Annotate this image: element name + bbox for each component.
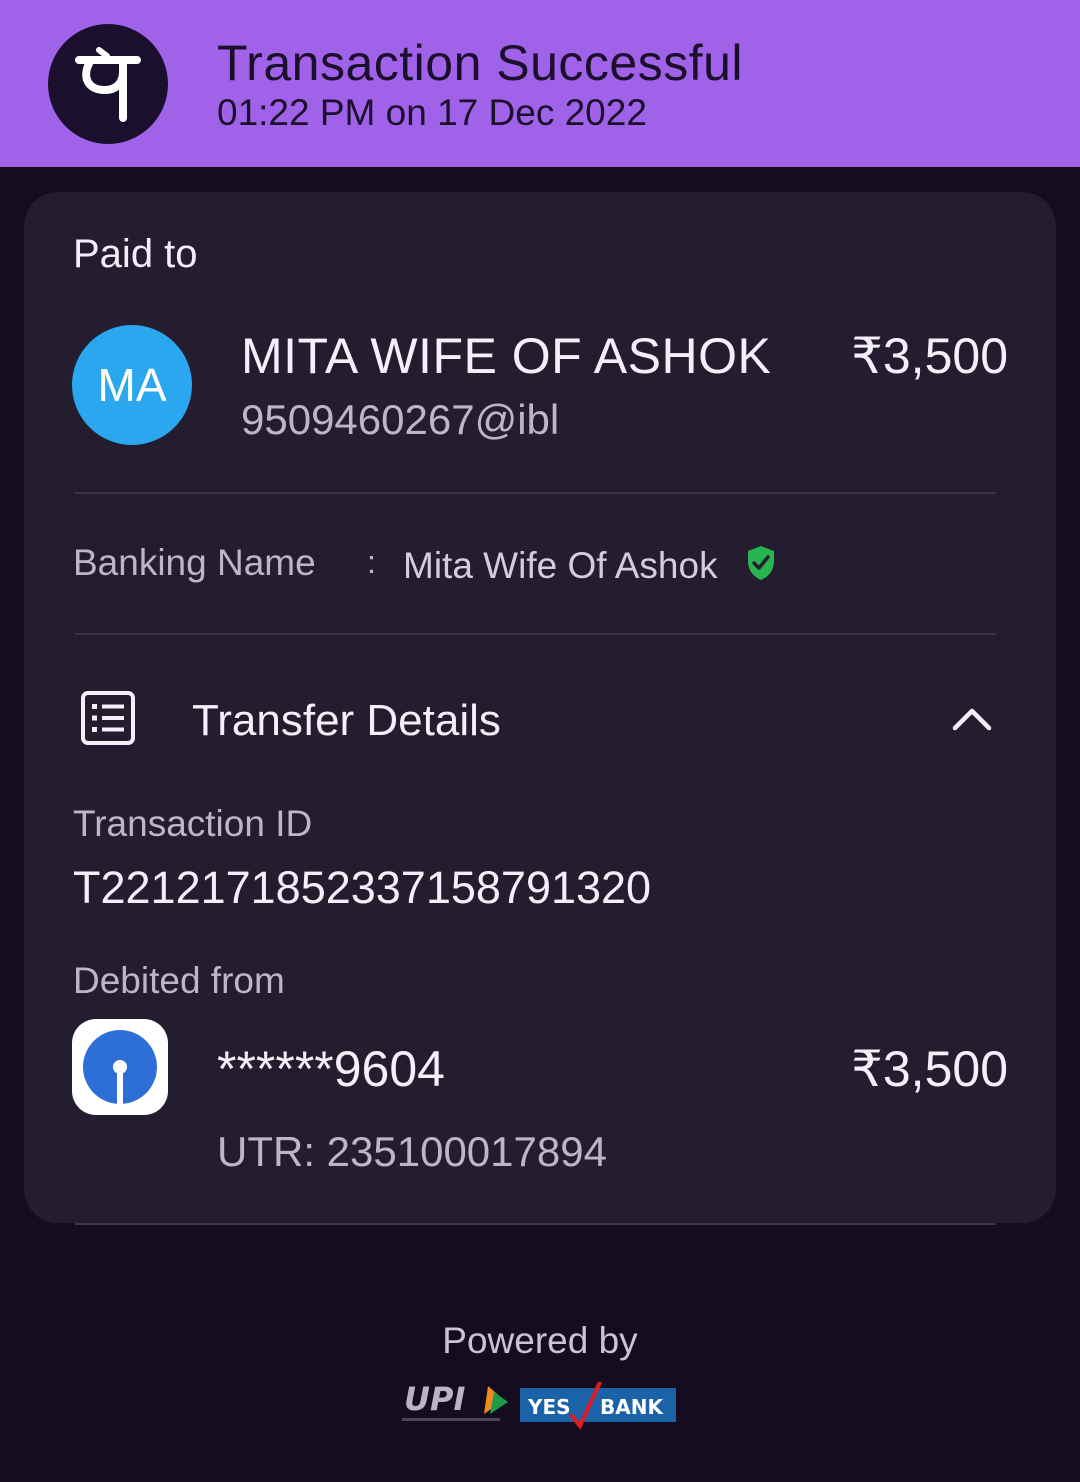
payee-upi-id: 9509460267@ibl (241, 396, 560, 443)
list-document-icon[interactable] (80, 690, 136, 746)
banking-name-value: Mita Wife Of Ashok (403, 545, 718, 586)
phonepe-logo-icon (48, 24, 168, 144)
transaction-id-value[interactable]: T2212171852337158791320 (73, 862, 651, 914)
transfer-details-toggle[interactable]: Transfer Details (192, 696, 501, 746)
svg-text:UPI: UPI (404, 1380, 465, 1418)
utr-number[interactable]: UTR: 235100017894 (217, 1128, 607, 1176)
status-title: Transaction Successful (217, 35, 744, 91)
divider (75, 633, 996, 635)
debit-amount: ₹3,500 (851, 1041, 1008, 1097)
divider (75, 492, 996, 494)
svg-text:YES: YES (527, 1395, 571, 1419)
debited-from-label: Debited from (73, 960, 285, 1001)
payee-avatar[interactable]: MA (72, 325, 192, 445)
sbi-bank-logo-icon (72, 1019, 168, 1115)
svg-text:BANK: BANK (600, 1395, 664, 1419)
banking-name-label: Banking Name (73, 542, 316, 583)
powered-by-label: Powered by (442, 1320, 638, 1361)
transaction-id-label: Transaction ID (73, 803, 313, 844)
verified-shield-icon (748, 546, 774, 580)
debit-account-number: ******9604 (217, 1041, 445, 1097)
paid-to-label: Paid to (73, 232, 198, 276)
yes-bank-logo-icon: YES BANK (520, 1382, 676, 1430)
paid-amount: ₹3,500 (851, 328, 1008, 384)
upi-logo-icon: UPI (402, 1380, 508, 1421)
transaction-datetime: 01:22 PM on 17 Dec 2022 (217, 92, 647, 133)
chevron-up-icon[interactable] (950, 700, 994, 736)
banking-name-separator: : (367, 544, 376, 580)
payee-name: MITA WIFE OF ASHOK (241, 328, 772, 384)
divider (75, 1223, 996, 1225)
transaction-header: Transaction Successful 01:22 PM on 17 De… (0, 0, 1080, 167)
